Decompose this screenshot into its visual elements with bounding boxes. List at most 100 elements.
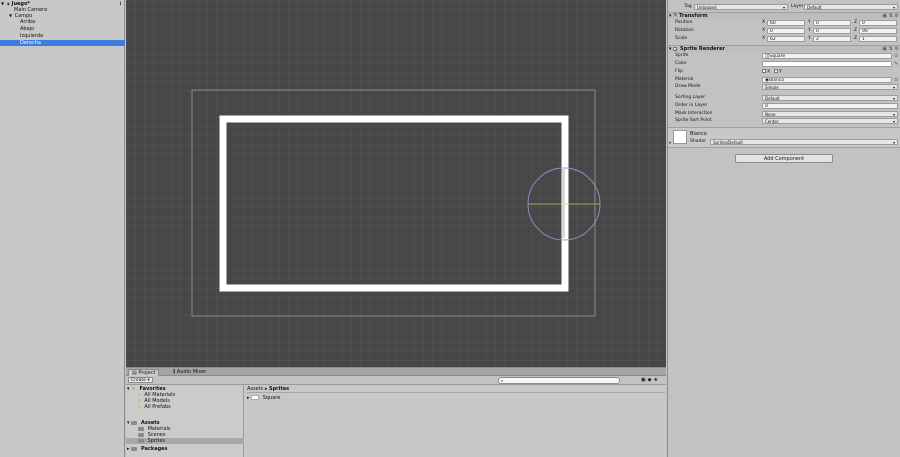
- scene-canvas[interactable]: [126, 0, 666, 367]
- scale-z-field[interactable]: 1: [859, 36, 897, 42]
- hierarchy-item-label: Abajo: [20, 26, 35, 32]
- draw-mode-dropdown[interactable]: Simple ▾: [762, 84, 898, 90]
- sprite-renderer-header[interactable]: ▾ ✓ Sprite Renderer ▣ ⇅ ⚙: [668, 45, 900, 52]
- rotation-y-field[interactable]: 0: [813, 28, 851, 34]
- gear-icon[interactable]: ⚙: [895, 13, 899, 20]
- mask-interaction-dropdown[interactable]: None ▾: [762, 111, 898, 117]
- chevron-down-icon: ▾: [147, 378, 150, 383]
- transform-header[interactable]: ▾ ⤧ Transform ▣ ⇅ ⚙: [668, 12, 900, 19]
- scene-view[interactable]: [126, 0, 666, 367]
- dropdown-value: Default: [765, 96, 780, 101]
- hierarchy-item-label: Izquierda: [20, 33, 44, 39]
- tag-dropdown[interactable]: Untagged ▾: [694, 4, 788, 10]
- flip-y-checkbox[interactable]: [774, 69, 778, 73]
- field-value: 60: [770, 21, 776, 26]
- breadcrumb-sprites[interactable]: Sprites: [269, 386, 289, 392]
- mixer-icon: ⫼: [173, 369, 176, 375]
- rotation-z-field[interactable]: 90: [859, 28, 897, 34]
- hierarchy-item-label: Derecha: [20, 40, 41, 46]
- chevron-down-icon[interactable]: ▾: [669, 13, 672, 19]
- material-object-field[interactable]: ◉Blanco: [762, 77, 892, 83]
- sprite-icon: [251, 395, 260, 400]
- sorting-layer-dropdown[interactable]: Default ▾: [762, 95, 898, 101]
- axis-z-label: Z: [854, 20, 858, 25]
- filter-type-icon[interactable]: ▣: [641, 377, 648, 383]
- scale-x-field[interactable]: 62: [767, 36, 805, 42]
- layer-dropdown[interactable]: Default ▾: [804, 4, 898, 10]
- hierarchy-item-abajo[interactable]: Abajo: [0, 26, 125, 32]
- shader-dropdown[interactable]: Sprites/Default ▾: [710, 139, 898, 145]
- flip-y-toggle[interactable]: Y: [774, 69, 782, 75]
- transform-icon: ⤧: [673, 13, 678, 19]
- sprite-object-field[interactable]: ◫Square: [762, 53, 892, 59]
- object-picker-icon[interactable]: ⊙: [894, 53, 898, 59]
- axis-y-label: Y: [808, 20, 811, 25]
- chevron-down-icon: ▾: [892, 112, 895, 117]
- material-label: Material: [675, 77, 694, 82]
- chevron-right-icon[interactable]: ▸: [669, 140, 672, 146]
- help-icon[interactable]: ▣: [882, 13, 887, 20]
- tab-audio-mixer[interactable]: ⫼ Audio Mixer: [170, 369, 209, 376]
- assets-folder-sprites[interactable]: Sprites: [126, 438, 244, 444]
- color-swatch[interactable]: [762, 61, 892, 67]
- hierarchy-item-arriba[interactable]: Arriba: [0, 19, 125, 25]
- field-value: Square: [769, 54, 786, 59]
- asset-label: Square: [262, 395, 281, 401]
- flip-x-label: X: [767, 69, 771, 75]
- selected-object-derecha[interactable]: [562, 168, 565, 238]
- scale-y-field[interactable]: 2: [813, 36, 851, 42]
- camera-frame: [191, 89, 596, 317]
- tag-label: Tag: [684, 4, 692, 9]
- object-picker-icon[interactable]: ⊙: [894, 77, 898, 83]
- flip-x-toggle[interactable]: X: [762, 69, 770, 75]
- breadcrumb: Assets ▸ Sprites: [247, 385, 665, 393]
- add-component-label: Add Component: [763, 156, 805, 162]
- chevron-down-icon: ▾: [892, 140, 895, 145]
- order-in-layer-field[interactable]: 0: [762, 103, 898, 109]
- search-icon: ⌕: [138, 404, 141, 410]
- unity-editor: ▼ ◈ Juego* ⋮ Main Camera ▼ Campo Arriba …: [0, 0, 900, 457]
- create-label: Create: [131, 378, 146, 383]
- tab-project[interactable]: ▤ Project: [128, 369, 160, 376]
- sprite-sort-point-dropdown[interactable]: Center ▾: [762, 118, 898, 124]
- hierarchy-panel: ▼ ◈ Juego* ⋮ Main Camera ▼ Campo Arriba …: [0, 0, 125, 457]
- preset-icon[interactable]: ⇅: [889, 46, 893, 53]
- position-z-field[interactable]: 0: [859, 20, 897, 26]
- eyedropper-icon[interactable]: ✎: [894, 61, 898, 67]
- star-icon[interactable]: ★: [654, 377, 660, 383]
- order-in-layer-label: Order in Layer: [675, 103, 708, 108]
- chevron-down-icon: ▾: [892, 85, 895, 90]
- create-button[interactable]: Create ▾: [128, 377, 153, 383]
- dropdown-value: None: [765, 112, 776, 117]
- position-x-field[interactable]: 60: [767, 20, 805, 26]
- tag-value: Untagged: [697, 5, 717, 10]
- sprite-sort-point-label: Sprite Sort Point: [675, 118, 712, 123]
- component-title: Transform: [679, 13, 708, 19]
- search-input[interactable]: ⌕: [498, 377, 620, 384]
- field-value: 2: [816, 37, 819, 42]
- layer-value: Default: [807, 5, 822, 10]
- position-y-field[interactable]: 0: [813, 20, 851, 26]
- material-name: Blanco: [690, 131, 707, 137]
- project-panel: ▤ Project ⫼ Audio Mixer Create ▾ ⌕ ▣◆★ ▾: [126, 367, 666, 457]
- hierarchy-item-izquierda[interactable]: Izquierda: [0, 33, 125, 39]
- packages-row[interactable]: ▸ Packages: [126, 446, 244, 452]
- scale-label: Scale: [675, 36, 688, 41]
- project-tabbar: ▤ Project ⫼ Audio Mixer: [126, 368, 666, 376]
- help-icon[interactable]: ▣: [882, 46, 887, 53]
- list-item[interactable]: ▸ Square: [247, 395, 280, 401]
- breadcrumb-assets[interactable]: Assets: [247, 386, 263, 392]
- project-toolbar: Create ▾ ⌕ ▣◆★: [126, 376, 666, 385]
- rotation-x-field[interactable]: 0: [767, 28, 805, 34]
- chevron-down-icon[interactable]: ▾: [669, 46, 672, 52]
- chevron-right-icon[interactable]: ▸: [127, 446, 130, 452]
- flip-x-checkbox[interactable]: [762, 69, 766, 73]
- add-component-button[interactable]: Add Component: [735, 154, 833, 163]
- hierarchy-item-derecha[interactable]: Derecha: [0, 40, 125, 46]
- favorites-item-all-prefabs[interactable]: ⌕ All Prefabs: [126, 404, 244, 410]
- preset-icon[interactable]: ⇅: [889, 13, 893, 20]
- gear-icon[interactable]: ⚙: [895, 46, 899, 53]
- tab-label: Audio Mixer: [176, 369, 207, 375]
- component-enabled-checkbox[interactable]: ✓: [673, 46, 678, 51]
- chevron-right-icon[interactable]: ▸: [247, 395, 250, 401]
